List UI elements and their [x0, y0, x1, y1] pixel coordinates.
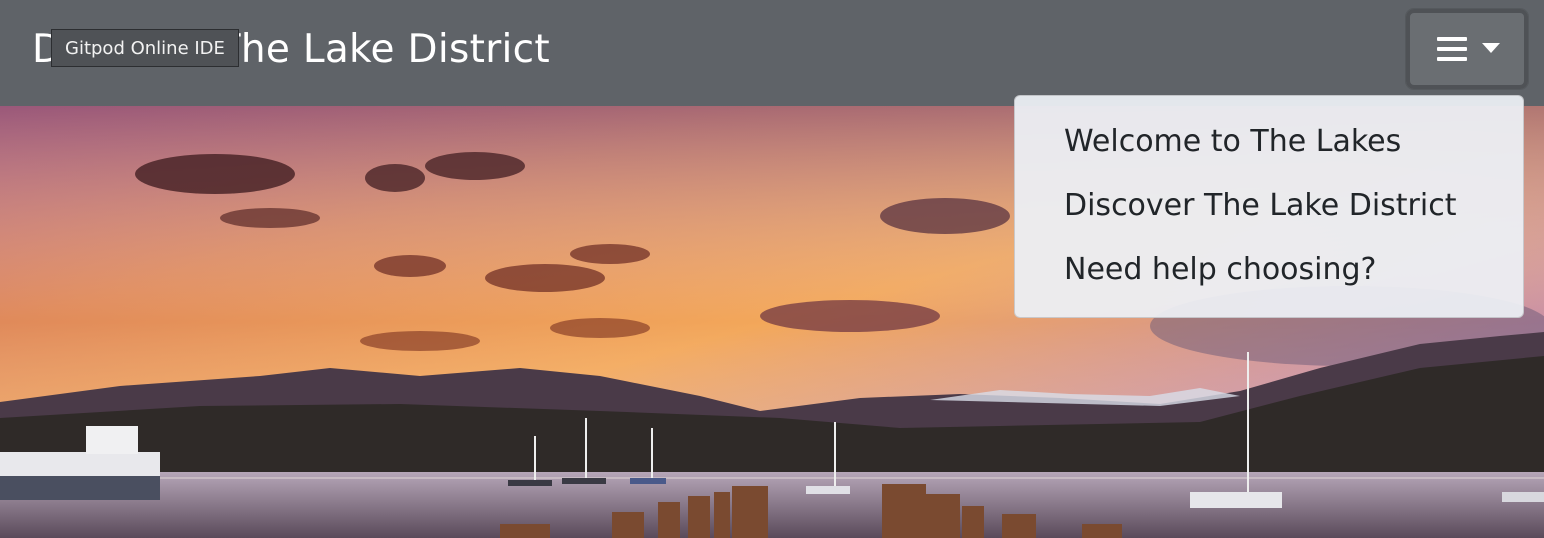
page: Discover The Lake District Gitpod Online…	[0, 0, 1544, 538]
menu-item-discover[interactable]: Discover The Lake District	[1015, 174, 1523, 238]
nav-dropdown-menu: Welcome to The Lakes Discover The Lake D…	[1014, 95, 1524, 318]
hamburger-icon	[1437, 37, 1467, 61]
browser-tooltip: Gitpod Online IDE	[51, 29, 239, 67]
menu-item-welcome[interactable]: Welcome to The Lakes	[1015, 110, 1523, 174]
navbar-toggler-button[interactable]	[1405, 8, 1529, 90]
menu-item-help-choosing[interactable]: Need help choosing?	[1015, 238, 1523, 302]
caret-down-icon	[1482, 43, 1500, 53]
navbar: Discover The Lake District Gitpod Online…	[0, 0, 1544, 106]
